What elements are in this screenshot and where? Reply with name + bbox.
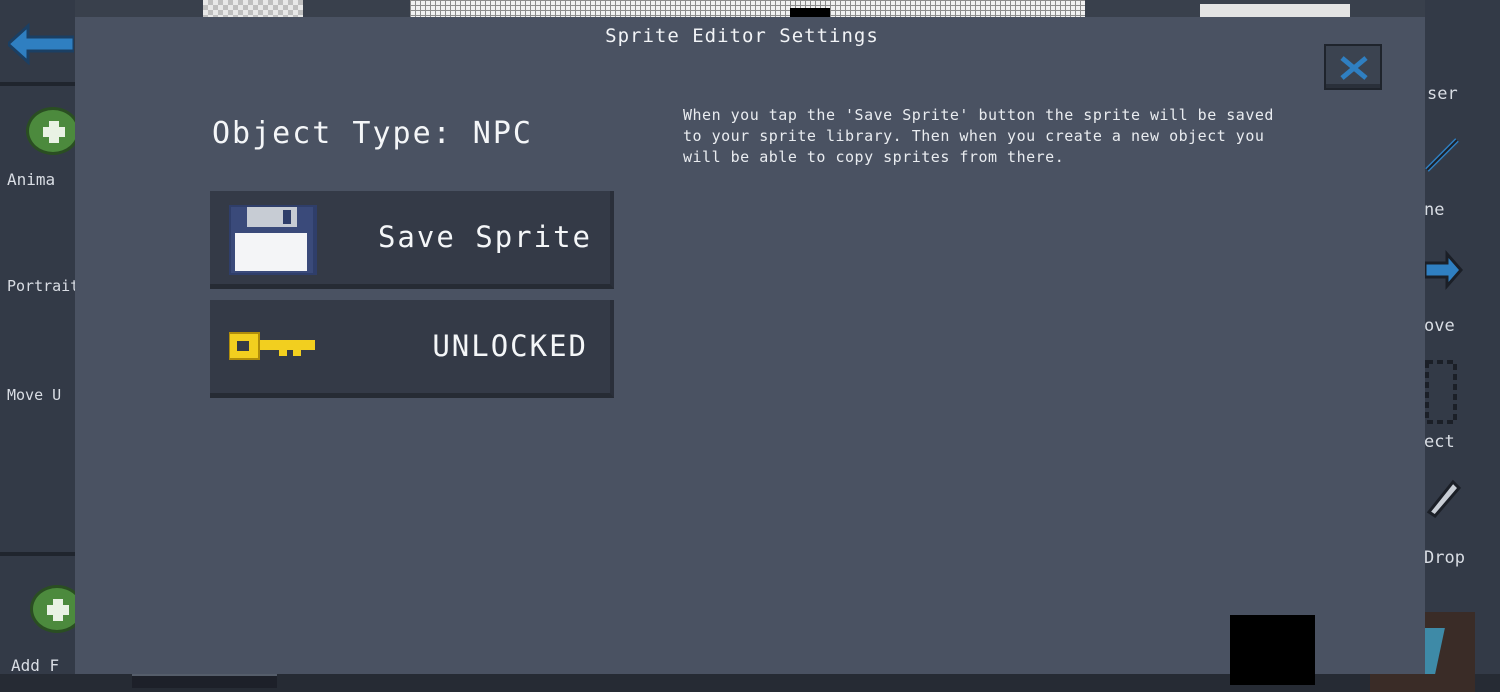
object-type-label: Object Type: NPC [212, 116, 533, 151]
unlocked-label: UNLOCKED [432, 329, 588, 363]
back-arrow-icon[interactable] [8, 22, 74, 66]
info-text: When you tap the 'Save Sprite' button th… [683, 106, 1274, 166]
save-sprite-button[interactable]: Save Sprite [210, 191, 614, 289]
sprite-preview[interactable] [1200, 4, 1350, 17]
canvas-preview[interactable] [410, 0, 1085, 17]
unlocked-toggle-button[interactable]: UNLOCKED [210, 300, 614, 398]
right-label-line: ne [1424, 200, 1445, 220]
right-label-eraser: ser [1427, 84, 1458, 104]
left-label-portrait: Portrait [7, 277, 80, 295]
close-button[interactable] [1324, 44, 1382, 90]
save-sprite-label: Save Sprite [377, 220, 592, 254]
left-label-animation: Anima [7, 170, 56, 189]
move-tool-icon[interactable] [1425, 248, 1465, 293]
divider [0, 552, 75, 556]
close-icon[interactable] [1339, 55, 1369, 81]
right-label-drop: Drop [1424, 548, 1465, 568]
key-icon [229, 332, 315, 360]
color-swatch[interactable] [1230, 615, 1315, 685]
left-label-move: Move U [7, 386, 62, 404]
bottom-thumbnail[interactable] [132, 674, 277, 688]
right-label-select: ect [1424, 432, 1455, 452]
floppy-disk-icon [229, 205, 317, 275]
sprite-editor-settings-dialog: Sprite Editor Settings Object Type: NPC … [75, 17, 1425, 674]
select-tool-icon[interactable] [1425, 358, 1465, 428]
left-tool-panel: Anima Portrait Move U Add F [0, 0, 84, 692]
frame-thumbnail[interactable] [203, 0, 303, 17]
canvas-pixel [790, 8, 830, 17]
dialog-title: Sprite Editor Settings [605, 25, 879, 47]
right-label-move: ove [1424, 316, 1455, 336]
divider [0, 82, 75, 86]
frame-strip [75, 0, 1425, 17]
add-animation-button[interactable] [26, 107, 80, 155]
line-tool-icon[interactable] [1425, 130, 1465, 175]
drop-tool-icon[interactable] [1425, 478, 1465, 518]
left-label-add-frame: Add F [11, 656, 60, 675]
